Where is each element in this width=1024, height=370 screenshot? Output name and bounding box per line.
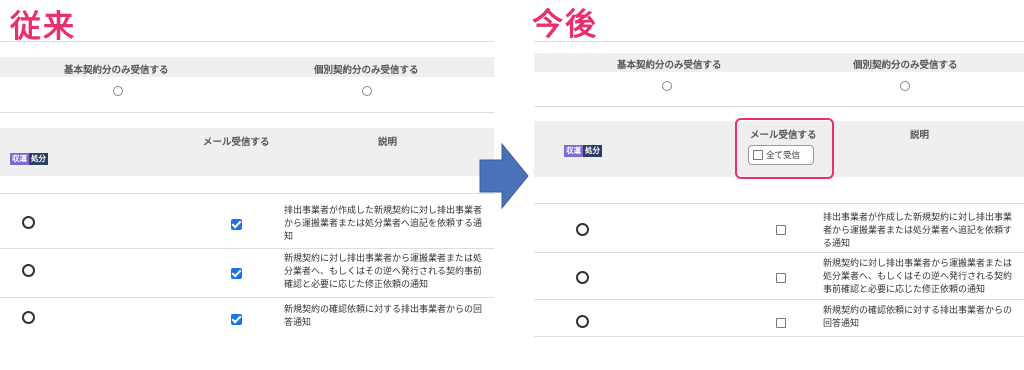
- mail-receive-checkbox[interactable]: [776, 273, 786, 283]
- radio-basic-contract-only[interactable]: [662, 81, 672, 91]
- col-individual-contract-only: 個別契約分のみ受信する: [853, 60, 958, 71]
- col-basic-contract-only: 基本契約分のみ受信する: [64, 65, 169, 76]
- table-row-divider: [534, 299, 1024, 300]
- divider: [534, 41, 1024, 42]
- mail-receive-checkbox[interactable]: [231, 268, 242, 279]
- divider: [0, 41, 494, 42]
- row-radio[interactable]: [22, 216, 35, 229]
- row-radio[interactable]: [22, 311, 35, 324]
- col-description: 説明: [378, 137, 398, 148]
- col-mail-receive: メール受信する: [203, 137, 270, 148]
- row-description: 排出事業者が作成した新規契約に対し排出事業者から運搬業者または処分業者へ追記を依…: [823, 213, 1013, 249]
- col-basic-contract-only: 基本契約分のみ受信する: [617, 60, 722, 71]
- table-row-divider: [0, 297, 494, 298]
- row-description: 排出事業者が作成した新規契約に対し排出事業者から運搬業者または処分業者へ追記を依…: [284, 206, 483, 242]
- divider: [534, 203, 1024, 204]
- row-radio[interactable]: [576, 315, 589, 328]
- col-individual-contract-only: 個別契約分のみ受信する: [314, 65, 419, 76]
- badge-disposal: 処分: [29, 153, 48, 165]
- heading-after: 今後: [532, 7, 598, 43]
- row-description: 新規契約に対し排出事業者から運搬業者または処分業者へ、もしくはその逆へ発行される…: [823, 259, 1013, 295]
- row-description: 新規契約の確認依頼に対する排出事業者からの回答通知: [284, 305, 483, 328]
- right-arrow-icon: [479, 142, 529, 210]
- mail-receive-checkbox[interactable]: [231, 314, 242, 325]
- radio-individual-contract-only[interactable]: [900, 81, 910, 91]
- row-radio[interactable]: [22, 264, 35, 277]
- radio-individual-contract-only[interactable]: [362, 86, 372, 96]
- table-row-divider: [534, 252, 1024, 253]
- highlight-frame: [735, 118, 834, 179]
- mail-receive-checkbox[interactable]: [776, 318, 786, 328]
- table-row-divider: [534, 336, 1024, 337]
- mail-receive-checkbox[interactable]: [776, 225, 786, 235]
- role-badges: 収運 処分: [564, 145, 602, 157]
- col-description: 説明: [910, 130, 930, 141]
- mail-receive-checkbox[interactable]: [231, 219, 242, 230]
- heading-before: 従来: [10, 9, 76, 45]
- badge-disposal: 処分: [583, 145, 602, 157]
- divider: [0, 193, 494, 194]
- badge-collection-transport: 収運: [564, 145, 583, 157]
- divider: [0, 112, 494, 113]
- role-badges: 収運 処分: [10, 153, 48, 165]
- row-radio[interactable]: [576, 271, 589, 284]
- row-radio[interactable]: [576, 223, 589, 236]
- row-description: 新規契約に対し排出事業者から運搬業者または処分業者へ、もしくはその逆へ発行される…: [284, 254, 483, 290]
- badge-collection-transport: 収運: [10, 153, 29, 165]
- radio-basic-contract-only[interactable]: [113, 86, 123, 96]
- divider: [534, 106, 1024, 107]
- table-row-divider: [0, 248, 494, 249]
- row-description: 新規契約の確認依頼に対する排出事業者からの回答通知: [823, 306, 1013, 329]
